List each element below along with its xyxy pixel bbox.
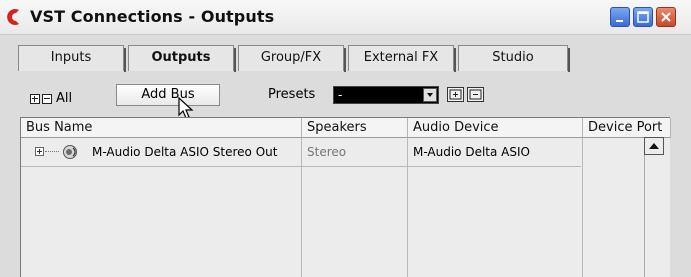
tab-studio[interactable]: Studio <box>458 45 570 72</box>
tab-outputs[interactable]: Outputs <box>128 45 236 72</box>
scroll-up-icon[interactable] <box>644 137 664 155</box>
all-label: All <box>56 91 73 106</box>
column-header-audio-device[interactable]: Audio Device <box>408 118 583 138</box>
expand-all-icon[interactable] <box>30 93 40 104</box>
tab-label: Outputs <box>151 50 211 65</box>
expand-collapse-all: All <box>30 91 72 106</box>
close-icon <box>661 12 671 22</box>
tab-label: External FX <box>363 50 439 65</box>
tab-label: Studio <box>492 50 534 65</box>
speakers-cell: Stereo <box>307 145 347 159</box>
collapse-all-icon[interactable] <box>42 93 52 104</box>
tree-connector <box>45 151 59 152</box>
tab-label: Inputs <box>50 50 92 65</box>
presets-value: - <box>338 88 343 102</box>
speaker-bus-icon <box>63 145 77 159</box>
minimize-icon <box>616 20 623 22</box>
table-row[interactable]: M-Audio Delta ASIO Stereo Out Stereo M-A… <box>21 138 581 167</box>
vertical-scrollbar[interactable] <box>644 155 664 277</box>
tab-group-fx[interactable]: Group/FX <box>238 45 346 72</box>
maximize-button[interactable] <box>633 7 653 27</box>
minimize-button[interactable] <box>610 7 630 27</box>
close-button[interactable] <box>656 7 676 27</box>
column-divider <box>582 138 583 277</box>
column-header-speakers[interactable]: Speakers <box>302 118 408 138</box>
dropdown-arrow-icon[interactable] <box>423 88 437 102</box>
bus-name-cell: M-Audio Delta ASIO Stereo Out <box>92 145 278 159</box>
tree-expand-icon[interactable] <box>35 147 44 156</box>
column-header-device-port[interactable]: Device Port <box>583 118 671 138</box>
tab-inputs[interactable]: Inputs <box>18 45 126 72</box>
presets-dropdown[interactable]: - <box>333 86 439 104</box>
presets-label: Presets <box>268 87 316 102</box>
window-title-bar: VST Connections - Outputs <box>0 0 691 35</box>
store-preset-button[interactable] <box>447 87 464 102</box>
maximize-icon <box>637 11 649 23</box>
add-bus-button[interactable]: Add Bus <box>116 84 220 106</box>
tab-external-fx[interactable]: External FX <box>348 45 456 72</box>
column-header-bus-name[interactable]: Bus Name <box>21 118 302 138</box>
bus-table: Bus Name Speakers Audio Device Device Po… <box>20 117 671 277</box>
cubase-logo-icon <box>7 8 19 26</box>
audio-device-cell: M-Audio Delta ASIO <box>413 145 530 159</box>
remove-preset-button[interactable] <box>467 87 484 102</box>
tab-label: Group/FX <box>260 50 322 65</box>
store-preset-icon <box>449 89 462 100</box>
window-title: VST Connections - Outputs <box>30 7 275 26</box>
remove-preset-icon <box>469 89 482 100</box>
